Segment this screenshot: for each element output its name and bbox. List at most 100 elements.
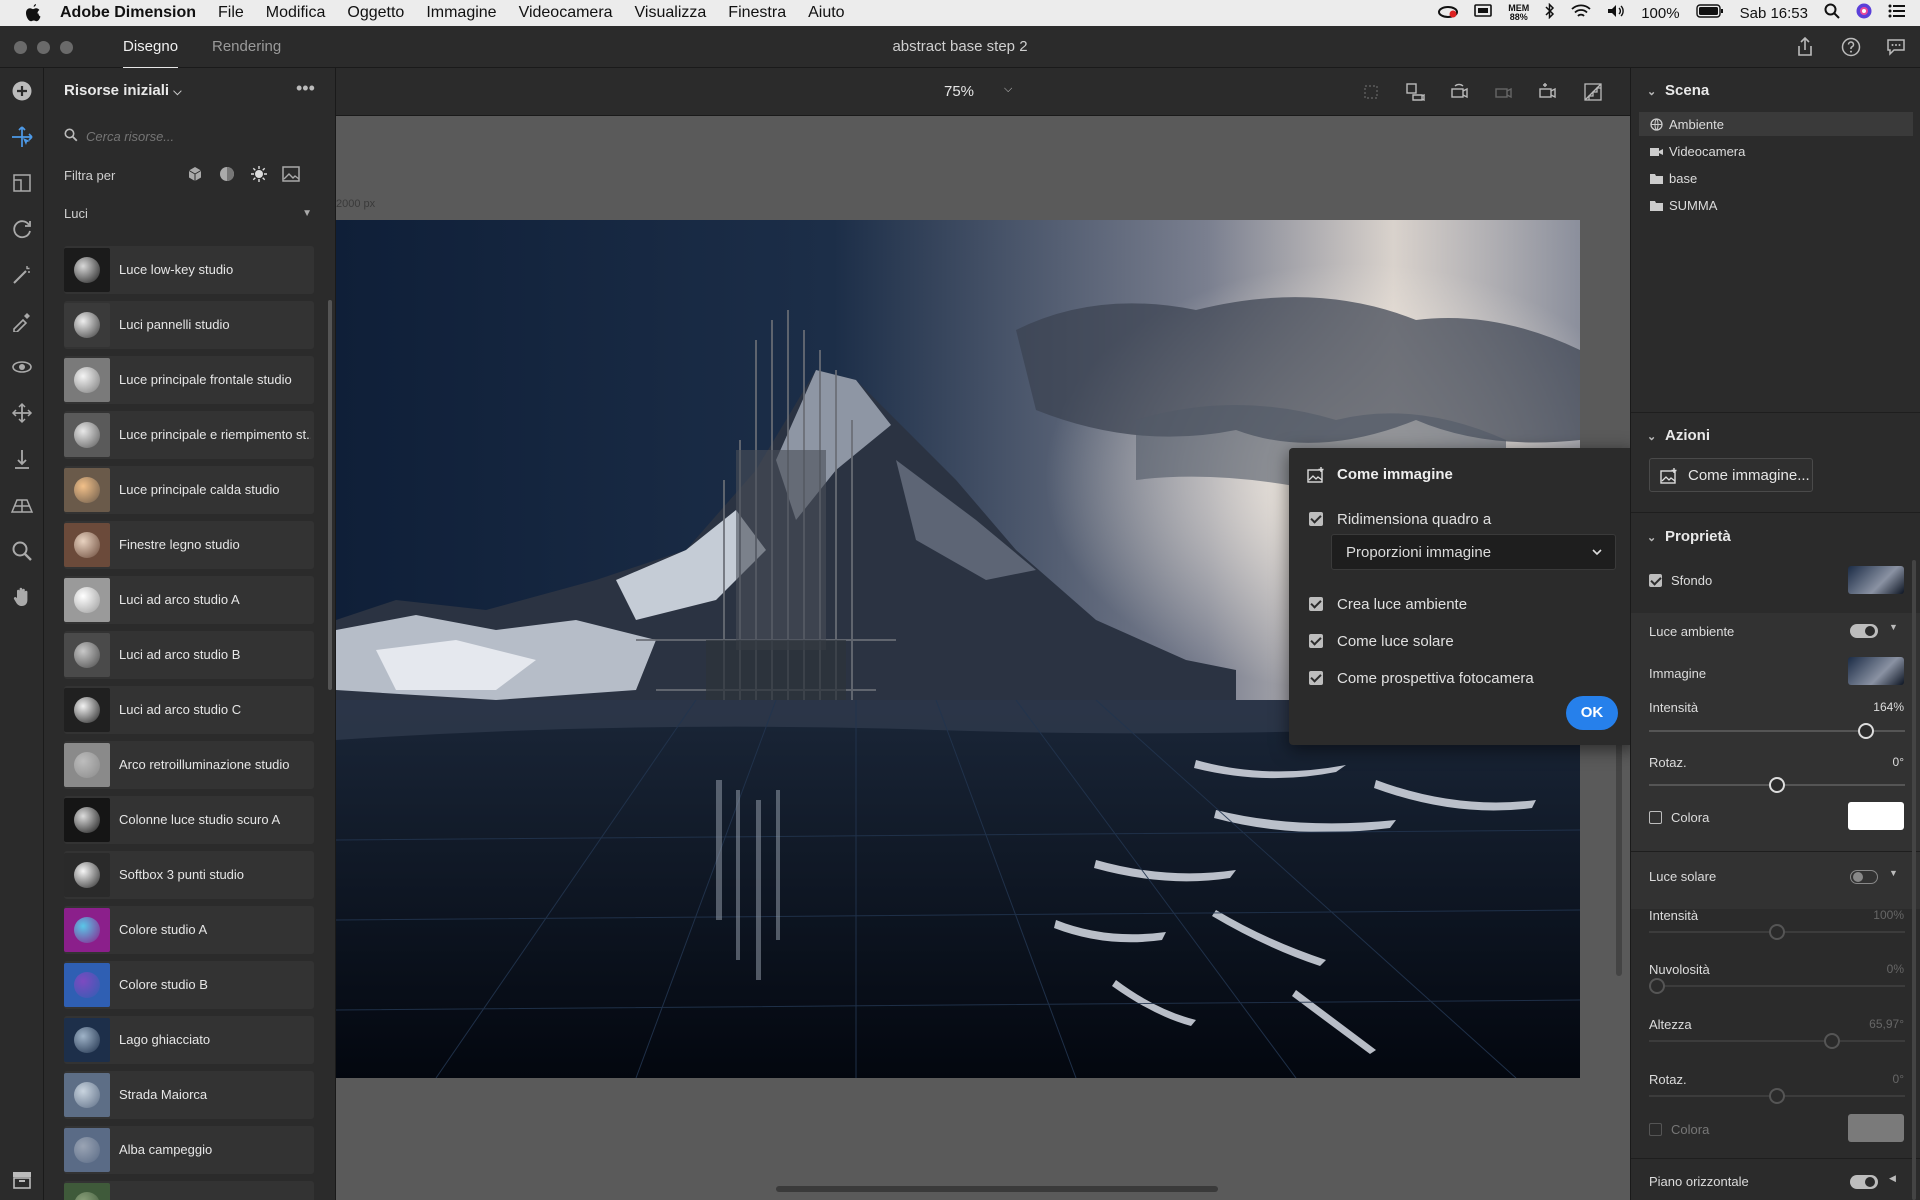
artboard-tool-icon[interactable] [9, 170, 35, 196]
ok-button[interactable]: OK [1566, 696, 1618, 730]
sun-rotation-slider[interactable] [1649, 1088, 1905, 1104]
sun-color-checkbox[interactable] [1649, 1123, 1662, 1136]
actions-section-header[interactable]: ⌄ Azioni [1647, 427, 1710, 444]
more-options-icon[interactable]: ••• [296, 78, 315, 99]
slider-knob[interactable] [1769, 924, 1785, 940]
asset-item[interactable]: Strada Maiorca [64, 1071, 314, 1119]
env-rotation-slider[interactable] [1649, 777, 1905, 793]
env-light-checkbox[interactable] [1309, 597, 1323, 611]
zoom-tool-icon[interactable] [9, 538, 35, 564]
asset-item[interactable]: Finestre legno studio [64, 521, 314, 569]
drop-to-ground-icon[interactable] [9, 446, 35, 472]
frame-selection-icon[interactable] [1360, 81, 1382, 103]
add-content-icon[interactable] [9, 78, 35, 104]
background-image-thumbnail[interactable] [1848, 566, 1904, 594]
asset-item[interactable]: Luci pannelli studio [64, 301, 314, 349]
asset-item[interactable]: Luce principale frontale studio [64, 356, 314, 404]
orbit-tool-icon[interactable] [9, 216, 35, 242]
menu-aiuto[interactable]: Aiuto [808, 4, 844, 22]
apple-icon[interactable] [22, 2, 44, 24]
help-icon[interactable] [1840, 36, 1862, 58]
creative-cloud-icon[interactable] [1438, 4, 1459, 22]
menu-file[interactable]: File [218, 4, 244, 22]
move-tool-icon[interactable] [9, 400, 35, 426]
caret-down-icon[interactable]: ▼ [1889, 868, 1898, 878]
siri-icon[interactable] [1856, 3, 1872, 23]
camera-orbit-icon[interactable] [1448, 81, 1470, 103]
asset-item[interactable]: Colonne luce studio scuro A [64, 796, 314, 844]
filter-images-icon[interactable] [280, 163, 302, 185]
bluetooth-icon[interactable] [1545, 2, 1555, 23]
display-icon[interactable] [1474, 4, 1493, 22]
control-center-icon[interactable] [1888, 4, 1906, 22]
memory-indicator[interactable]: MEM 88% [1508, 4, 1529, 22]
caret-down-icon[interactable]: ▼ [1889, 622, 1898, 632]
properties-section-header[interactable]: ⌄ Proprietà [1647, 528, 1731, 545]
menu-videocamera[interactable]: Videocamera [519, 4, 613, 22]
camera-perspective-option[interactable]: Come prospettiva fotocamera [1309, 667, 1534, 689]
asset-item[interactable]: Foresta T... [64, 1181, 314, 1200]
place-as-image-button[interactable]: Come immagine... [1649, 458, 1813, 492]
background-checkbox[interactable] [1649, 574, 1662, 587]
select-tool-icon[interactable] [9, 124, 35, 150]
asset-item[interactable]: Luci ad arco studio B [64, 631, 314, 679]
sample-tool-icon[interactable] [9, 308, 35, 334]
asset-item[interactable]: Colore studio A [64, 906, 314, 954]
libraries-icon[interactable] [10, 1168, 34, 1192]
camera-perspective-checkbox[interactable] [1309, 671, 1323, 685]
resize-canvas-option[interactable]: Ridimensiona quadro a [1309, 508, 1491, 530]
env-intensity-slider[interactable] [1649, 723, 1905, 739]
render-preview-icon[interactable] [1582, 81, 1604, 103]
asset-item[interactable]: Luce low-key studio [64, 246, 314, 294]
menu-finestra[interactable]: Finestra [728, 4, 786, 22]
sun-height-slider[interactable] [1649, 1033, 1905, 1049]
rotate-tool-icon[interactable] [9, 354, 35, 380]
scene-item-ambiente[interactable]: Ambiente [1649, 117, 1724, 132]
asset-item[interactable]: Alba campeggio [64, 1126, 314, 1174]
resize-canvas-checkbox[interactable] [1309, 512, 1323, 526]
menu-visualizza[interactable]: Visualizza [635, 4, 707, 22]
ground-plane-toggle[interactable] [1850, 1175, 1878, 1189]
env-color-swatch[interactable] [1848, 802, 1904, 830]
magic-wand-icon[interactable] [9, 262, 35, 288]
resize-mode-select[interactable]: Proporzioni immagine [1331, 534, 1616, 570]
canvas-vertical-scrollbar[interactable] [1616, 716, 1622, 976]
share-icon[interactable] [1794, 36, 1816, 58]
slider-knob[interactable] [1769, 1088, 1785, 1104]
asset-item[interactable]: Colore studio B [64, 961, 314, 1009]
assets-source-dropdown[interactable]: Risorse iniziali ⌵ [64, 82, 182, 99]
asset-item[interactable]: Luce principale e riempimento st... [64, 411, 314, 459]
search-input[interactable] [86, 122, 306, 150]
asset-item[interactable]: Luci ad arco studio A [64, 576, 314, 624]
sun-color-swatch[interactable] [1848, 1114, 1904, 1142]
asset-item[interactable]: Luci ad arco studio C [64, 686, 314, 734]
sun-light-checkbox[interactable] [1309, 634, 1323, 648]
env-light-option[interactable]: Crea luce ambiente [1309, 593, 1467, 615]
sun-light-toggle[interactable] [1850, 870, 1878, 884]
cloudiness-slider[interactable] [1649, 978, 1905, 994]
env-light-toggle[interactable] [1850, 624, 1878, 638]
camera-pan-icon[interactable] [1492, 81, 1514, 103]
slider-knob[interactable] [1824, 1033, 1840, 1049]
menu-app-name[interactable]: Adobe Dimension [60, 4, 196, 22]
menu-oggetto[interactable]: Oggetto [347, 4, 404, 22]
sun-light-option[interactable]: Come luce solare [1309, 630, 1454, 652]
asset-item[interactable]: Softbox 3 punti studio [64, 851, 314, 899]
sun-intensity-slider[interactable] [1649, 924, 1905, 940]
filter-materials-icon[interactable] [216, 163, 238, 185]
volume-icon[interactable] [1607, 4, 1625, 22]
clock[interactable]: Sab 16:53 [1740, 5, 1808, 22]
slider-knob[interactable] [1858, 723, 1874, 739]
asset-item[interactable]: Lago ghiacciato [64, 1016, 314, 1064]
filter-lights-icon[interactable] [248, 163, 270, 185]
camera-view-icon[interactable] [1404, 81, 1426, 103]
canvas-horizontal-scrollbar[interactable] [776, 1186, 1218, 1192]
asset-item[interactable]: Luce principale calda studio [64, 466, 314, 514]
hand-tool-icon[interactable] [9, 584, 35, 610]
zoom-level[interactable]: 75% [944, 83, 974, 100]
scene-item-summa[interactable]: SUMMA [1649, 198, 1717, 213]
battery-icon[interactable] [1695, 4, 1724, 22]
category-dropdown[interactable]: Luci ▼ [64, 206, 316, 226]
filter-models-icon[interactable] [184, 163, 206, 185]
feedback-icon[interactable] [1885, 36, 1907, 58]
